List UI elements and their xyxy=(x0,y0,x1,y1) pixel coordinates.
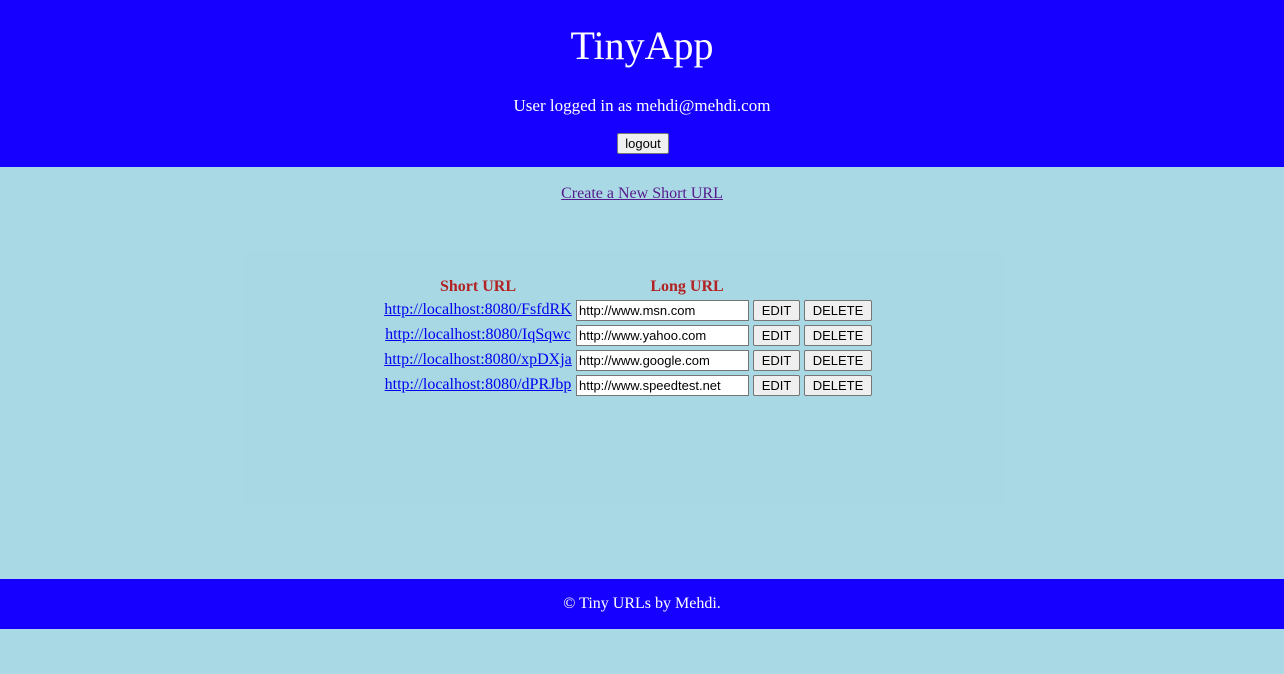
long-url-input[interactable] xyxy=(576,350,749,371)
table-row: http://localhost:8080/FsfdRK EDIT DELETE xyxy=(0,299,1284,324)
long-url-input[interactable] xyxy=(576,325,749,346)
delete-button[interactable]: DELETE xyxy=(804,300,872,321)
table-row: http://localhost:8080/xpDXja EDIT DELETE xyxy=(0,349,1284,374)
long-url-input[interactable] xyxy=(576,375,749,396)
header-banner: TinyApp User logged in as mehdi@mehdi.co… xyxy=(0,0,1284,167)
long-url-input[interactable] xyxy=(576,300,749,321)
logout-button[interactable]: logout xyxy=(617,133,669,154)
short-url-link[interactable]: http://localhost:8080/IqSqwc xyxy=(384,324,572,346)
edit-button[interactable]: EDIT xyxy=(753,325,800,346)
column-header-short-url: Short URL xyxy=(439,278,516,295)
delete-button[interactable]: DELETE xyxy=(804,325,872,346)
edit-button[interactable]: EDIT xyxy=(753,300,800,321)
delete-button[interactable]: DELETE xyxy=(804,350,872,371)
table-row: http://localhost:8080/IqSqwc EDIT DELETE xyxy=(0,324,1284,349)
create-new-short-url-link[interactable]: Create a New Short URL xyxy=(561,185,723,202)
logged-in-user-text: User logged in as mehdi@mehdi.com xyxy=(513,96,771,115)
table-row: http://localhost:8080/dPRJbp EDIT DELETE xyxy=(0,374,1284,399)
short-url-link[interactable]: http://localhost:8080/FsfdRK xyxy=(384,299,572,321)
edit-button[interactable]: EDIT xyxy=(753,375,800,396)
edit-button[interactable]: EDIT xyxy=(753,350,800,371)
short-url-link[interactable]: http://localhost:8080/xpDXja xyxy=(384,349,572,371)
create-link-container: Create a New Short URL xyxy=(0,184,1284,204)
column-header-long-url: Long URL xyxy=(650,278,724,295)
delete-button[interactable]: DELETE xyxy=(804,375,872,396)
app-title: TinyApp xyxy=(570,23,714,68)
short-url-link[interactable]: http://localhost:8080/dPRJbp xyxy=(384,374,572,396)
footer: © Tiny URLs by Mehdi. xyxy=(0,579,1284,629)
